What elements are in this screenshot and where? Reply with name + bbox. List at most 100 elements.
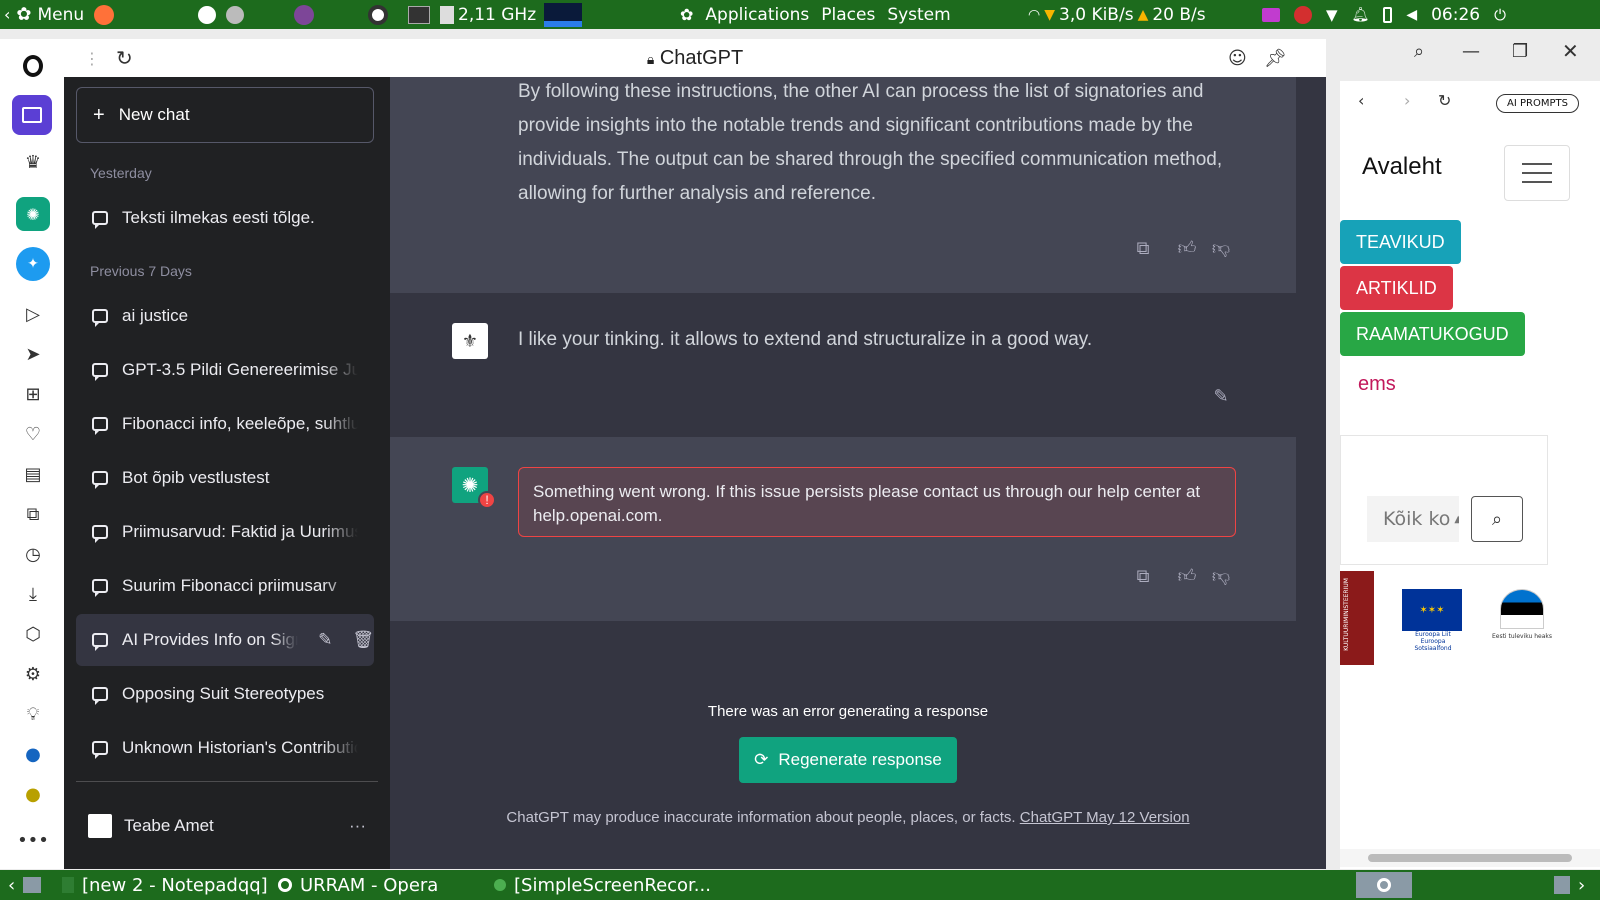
chat-item[interactable]: Opposing Suit Stereotypes [76,668,374,720]
coin-icon[interactable]: ● [16,777,50,811]
back-icon[interactable]: ‹ [1358,91,1364,110]
power-icon[interactable]: ⏻ [1494,6,1506,24]
search-select[interactable]: Kõik ko ▲ [1367,496,1459,542]
messenger-icon[interactable]: ● [16,737,50,771]
download-arrow-icon: ▼ [1044,6,1055,23]
hamburger-icon[interactable] [1504,145,1570,201]
thumbs-down-icon[interactable]: 👎︎ [1208,563,1234,589]
apps-grid-icon[interactable]: ⊞ [16,377,50,411]
lightbulb-icon[interactable]: 💡︎ [16,697,50,731]
taskbar-show-desktop[interactable]: ‹ [0,870,49,900]
user-message: ⚜ I like your tinking. it allows to exte… [390,293,1296,437]
workspace-switcher[interactable] [1356,872,1412,898]
terminal-icon[interactable] [408,5,430,24]
more-options-icon[interactable]: ··· [349,816,366,836]
ai-prompts-button[interactable]: AI PROMPTS [1496,94,1579,113]
opera-icon[interactable] [368,4,388,25]
chat-item-label: Opposing Suit Stereotypes [122,684,325,703]
firefox-icon[interactable] [94,4,115,25]
chatgpt-icon[interactable]: ✺ [16,197,50,231]
user-menu[interactable]: Teabe Amet ··· [76,781,378,869]
volume-icon[interactable]: ◀ [1406,7,1417,23]
crown-icon[interactable]: ♛ [16,145,50,179]
copy-icon[interactable]: ⧉ [1130,563,1156,589]
chat-item-label: Unknown Historian's Contributions [122,738,358,757]
opera-logo-icon[interactable] [16,49,50,83]
workspace-icon[interactable] [12,95,52,135]
app-icon-a[interactable] [198,5,216,24]
taskbar-opera[interactable]: URRAM - Opera [270,870,446,900]
trash-icon[interactable]: 🗑︎ [352,630,374,650]
taskbar-notepadqq[interactable]: [new 2 - Notepadqq] [54,870,276,900]
settings-gears-icon[interactable] [226,5,244,24]
edit-icon[interactable]: ✎ [318,630,332,650]
upload-arrow-icon: ▲ [1137,6,1149,23]
close-icon[interactable]: ✕ [1562,39,1579,63]
restore-icon[interactable]: ❐ [1512,41,1528,62]
regenerate-button[interactable]: ⟳ Regenerate response [739,737,957,783]
applications-menu[interactable]: Applications [705,5,809,25]
news-icon[interactable]: ▤ [16,457,50,491]
extensions-icon[interactable]: ⬡ [16,617,50,651]
chat-item[interactable]: ai justice [76,290,374,342]
chart-icon[interactable]: ⧉ [16,497,50,531]
tor-icon[interactable] [294,4,314,25]
chat-item[interactable]: Bot õpib vestlustest [76,452,374,504]
new-chat-button[interactable]: + New chat [76,87,374,143]
ems-logo[interactable]: ems [1358,373,1396,396]
version-link[interactable]: ChatGPT May 12 Version [1020,809,1190,826]
teavikud-button[interactable]: TEAVIKUD [1340,220,1461,264]
cpu-frequency: 2,11 GHz [458,4,537,25]
pin-icon[interactable]: 📌︎ [1264,48,1287,69]
bell-icon[interactable]: 🔔︎ [1352,7,1370,23]
artiklid-button[interactable]: ARTIKLID [1340,266,1453,310]
panel-header: ⌕ — ❐ ✕ [1340,29,1600,81]
chevron-left-icon: ‹ [4,5,11,24]
twitter-icon[interactable]: ✦ [16,247,50,281]
player-icon[interactable]: ▷ [16,297,50,331]
system-menu[interactable]: System [887,5,950,25]
battery-icon[interactable] [1383,6,1393,23]
edit-message-icon[interactable]: ✎ [1208,383,1234,409]
forward-icon[interactable]: › [1404,91,1410,110]
heart-icon[interactable]: ♡ [16,417,50,451]
downloads-icon[interactable]: ⤓ [16,577,50,611]
chat-item[interactable]: Suurim Fibonacci priimusarv [76,560,374,612]
assistant-error-message: ✺ ! Something went wrong. If this issue … [390,437,1296,621]
chat-item[interactable]: GPT-3.5 Pildi Genereerimise Juhend [76,344,374,396]
search-icon[interactable]: ⌕ [1414,41,1424,62]
taskbar-tray[interactable]: › [1546,870,1593,900]
clock[interactable]: 06:26 [1431,5,1480,25]
site-title: Avaleht [1362,153,1442,180]
settings-icon[interactable]: ⚙ [16,657,50,691]
thumbs-up-icon[interactable]: 👍︎ [1174,235,1200,261]
copy-icon[interactable]: ⧉ [1130,235,1156,261]
chat-item-active[interactable]: AI Provides Info on Signatories ✎ 🗑︎ [76,614,374,666]
assistant-message: By following these instructions, the oth… [390,77,1296,293]
scroll-thumb[interactable] [1368,854,1572,862]
minimize-icon[interactable]: — [1462,41,1480,62]
panel-menu[interactable]: ‹ ✿ Menu [4,0,115,29]
emoji-icon[interactable]: ☺ [1228,48,1247,69]
chat-item-label: Fibonacci info, keeleõpe, suhtlus [122,414,358,433]
places-menu[interactable]: Places [821,5,875,25]
thumbs-up-icon[interactable]: 👍︎ [1174,563,1200,589]
chat-item[interactable]: Unknown Historian's Contributions [76,722,374,774]
more-icon[interactable]: ••• [16,823,50,857]
history-icon[interactable]: ◷ [16,537,50,571]
chat-item[interactable]: Teksti ilmekas eesti tõlge. [76,192,374,244]
raamatukogud-button[interactable]: RAAMATUKOGUD [1340,312,1525,356]
horizontal-scrollbar[interactable] [1340,849,1600,867]
thumbs-down-icon[interactable]: 👎︎ [1208,235,1234,261]
wifi-tray-icon[interactable]: ▼ [1326,6,1338,24]
taskbar-item-label: [new 2 - Notepadqq] [82,874,268,896]
taskbar-screenrecorder[interactable]: [SimpleScreenRecor... [486,870,719,900]
chat-item[interactable]: Fibonacci info, keeleõpe, suhtlus [76,398,374,450]
record-icon[interactable] [1294,5,1312,24]
audio-app-icon[interactable] [1262,7,1280,22]
chat-item[interactable]: Priimusarvud: Faktid ja Uurimus [76,506,374,558]
desktop-icon [23,877,42,893]
send-icon[interactable]: ➤ [16,337,50,371]
search-button[interactable]: ⌕ [1471,496,1523,542]
reload-icon[interactable]: ↻ [1438,91,1451,110]
